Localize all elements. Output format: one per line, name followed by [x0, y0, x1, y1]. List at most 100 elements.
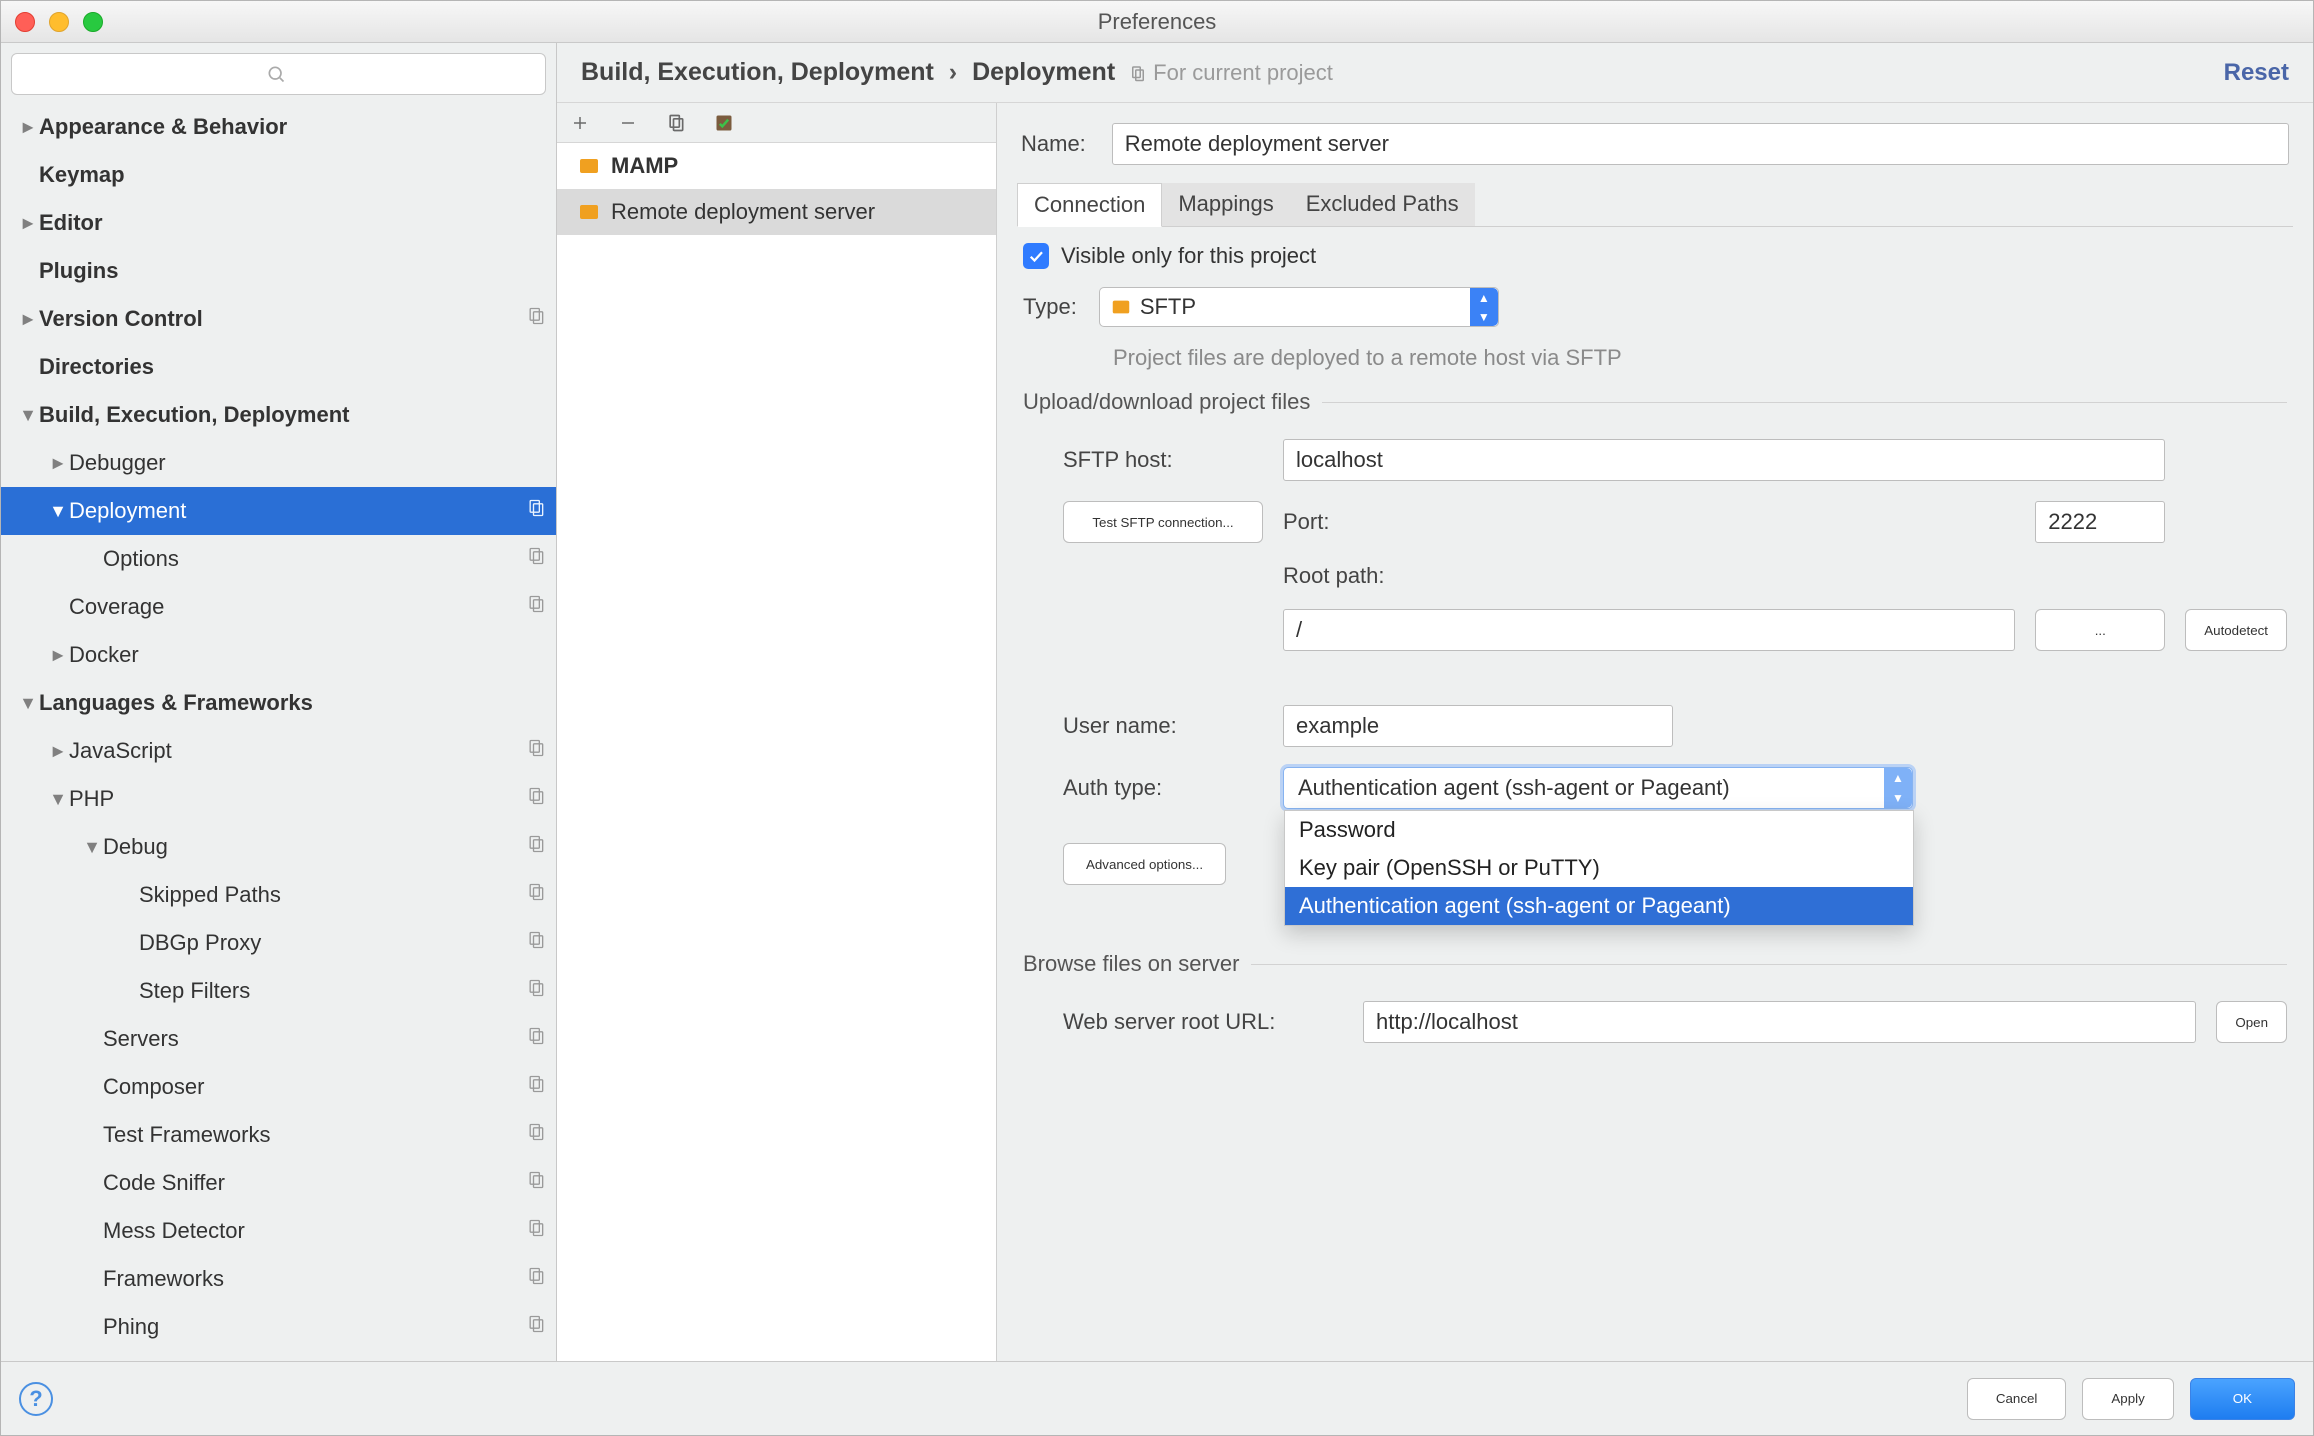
sidebar-item-composer[interactable]: Composer — [1, 1063, 556, 1111]
content-area: Build, Execution, Deployment › Deploymen… — [557, 43, 2313, 1361]
sidebar-item-debug[interactable]: ▼Debug — [1, 823, 556, 871]
settings-sidebar: ►Appearance & BehaviorKeymap►EditorPlugi… — [1, 43, 557, 1361]
sidebar-item-label: Appearance & Behavior — [39, 114, 546, 140]
auth-option-agent[interactable]: Authentication agent (ssh-agent or Pagea… — [1285, 887, 1913, 925]
sidebar-item-options[interactable]: Options — [1, 535, 556, 583]
tab-mappings[interactable]: Mappings — [1162, 183, 1289, 226]
project-scope-icon — [526, 1074, 546, 1100]
cancel-button[interactable]: Cancel — [1967, 1378, 2067, 1420]
ok-button[interactable]: OK — [2190, 1378, 2295, 1420]
upload-section: Upload/download project files — [1023, 389, 2287, 415]
sftp-host-input[interactable] — [1283, 439, 2165, 481]
sidebar-item-label: Docker — [69, 642, 546, 668]
sidebar-item-label: Debugger — [69, 450, 546, 476]
help-button[interactable]: ? — [19, 1382, 53, 1416]
visible-only-checkbox[interactable] — [1023, 243, 1049, 269]
tab-connection[interactable]: Connection — [1017, 183, 1162, 227]
sidebar-item-label: Debug — [103, 834, 526, 860]
chevron-right-icon: › — [949, 58, 957, 86]
sidebar-item-debugger[interactable]: ►Debugger — [1, 439, 556, 487]
preferences-window: Preferences ►Appearance & BehaviorKeymap… — [0, 0, 2314, 1436]
checkmark-server-icon — [714, 113, 734, 133]
sidebar-item-mess-detector[interactable]: Mess Detector — [1, 1207, 556, 1255]
sidebar-item-servers[interactable]: Servers — [1, 1015, 556, 1063]
project-scope-icon — [526, 1314, 546, 1340]
sidebar-item-keymap[interactable]: Keymap — [1, 151, 556, 199]
project-scope-icon — [526, 882, 546, 908]
auth-option-password[interactable]: Password — [1285, 811, 1913, 849]
sidebar-item-languages-frameworks[interactable]: ▼Languages & Frameworks — [1, 679, 556, 727]
sidebar-item-build-execution-deployment[interactable]: ▼Build, Execution, Deployment — [1, 391, 556, 439]
browse-root-button[interactable]: ... — [2035, 609, 2165, 651]
sidebar-item-label: Phing — [103, 1314, 526, 1340]
server-list[interactable]: MAMPRemote deployment server — [557, 143, 996, 235]
type-select[interactable]: SFTP ▲▼ — [1099, 287, 1499, 327]
copy-icon — [666, 113, 686, 133]
username-label: User name: — [1063, 713, 1263, 739]
copy-server-button[interactable] — [661, 108, 691, 138]
project-scope-icon — [526, 1266, 546, 1292]
breadcrumb-parent[interactable]: Build, Execution, Deployment — [581, 58, 934, 86]
username-input[interactable] — [1283, 705, 1673, 747]
auth-type-value: Authentication agent (ssh-agent or Pagea… — [1298, 775, 1730, 801]
tab-excluded-paths[interactable]: Excluded Paths — [1290, 183, 1475, 226]
sidebar-item-docker[interactable]: ►Docker — [1, 631, 556, 679]
server-item-remote-deployment-server[interactable]: Remote deployment server — [557, 189, 996, 235]
disclosure-arrow-icon: ► — [47, 741, 69, 762]
upload-section-label: Upload/download project files — [1023, 389, 1310, 415]
minus-icon — [619, 114, 637, 132]
sidebar-item-coverage[interactable]: Coverage — [1, 583, 556, 631]
sidebar-item-label: Version Control — [39, 306, 526, 332]
sidebar-item-editor[interactable]: ►Editor — [1, 199, 556, 247]
sidebar-item-plugins[interactable]: Plugins — [1, 247, 556, 295]
plus-icon — [571, 114, 589, 132]
project-scope-icon — [526, 1170, 546, 1196]
breadcrumb-bar: Build, Execution, Deployment › Deploymen… — [557, 43, 2313, 103]
sidebar-item-phing[interactable]: Phing — [1, 1303, 556, 1351]
disclosure-arrow-icon: ▼ — [17, 405, 39, 426]
sidebar-item-step-filters[interactable]: Step Filters — [1, 967, 556, 1015]
sidebar-item-version-control[interactable]: ►Version Control — [1, 295, 556, 343]
sidebar-item-appearance-behavior[interactable]: ►Appearance & Behavior — [1, 103, 556, 151]
sidebar-item-javascript[interactable]: ►JavaScript — [1, 727, 556, 775]
search-icon — [266, 64, 286, 84]
settings-tree[interactable]: ►Appearance & BehaviorKeymap►EditorPlugi… — [1, 103, 556, 1361]
detail-tabs: Connection Mappings Excluded Paths — [1017, 183, 2293, 227]
sidebar-item-directories[interactable]: Directories — [1, 343, 556, 391]
sidebar-item-code-sniffer[interactable]: Code Sniffer — [1, 1159, 556, 1207]
port-input[interactable] — [2035, 501, 2165, 543]
sidebar-item-frameworks[interactable]: Frameworks — [1, 1255, 556, 1303]
reset-link[interactable]: Reset — [2224, 59, 2289, 87]
open-url-button[interactable]: Open — [2216, 1001, 2287, 1043]
project-scope-icon — [526, 930, 546, 956]
disclosure-arrow-icon: ▼ — [17, 693, 39, 714]
sidebar-item-php[interactable]: ▼PHP — [1, 775, 556, 823]
settings-search[interactable] — [11, 53, 546, 95]
autodetect-button[interactable]: Autodetect — [2185, 609, 2287, 651]
set-default-button[interactable] — [709, 108, 739, 138]
auth-type-select[interactable]: Authentication agent (ssh-agent or Pagea… — [1283, 767, 1913, 809]
sidebar-item-skipped-paths[interactable]: Skipped Paths — [1, 871, 556, 919]
dialog-footer: ? Cancel Apply OK — [1, 1361, 2313, 1435]
disclosure-arrow-icon: ► — [17, 117, 39, 138]
project-scope-icon — [526, 1026, 546, 1052]
project-scope-icon — [526, 594, 546, 620]
advanced-options-button[interactable]: Advanced options... — [1063, 843, 1226, 885]
check-icon — [1027, 247, 1045, 265]
add-server-button[interactable] — [565, 108, 595, 138]
sidebar-item-label: PHP — [69, 786, 526, 812]
sidebar-item-dbgp-proxy[interactable]: DBGp Proxy — [1, 919, 556, 967]
remove-server-button[interactable] — [613, 108, 643, 138]
auth-option-keypair[interactable]: Key pair (OpenSSH or PuTTY) — [1285, 849, 1913, 887]
disclosure-arrow-icon: ► — [17, 309, 39, 330]
apply-button[interactable]: Apply — [2082, 1378, 2173, 1420]
sidebar-item-test-frameworks[interactable]: Test Frameworks — [1, 1111, 556, 1159]
root-path-input[interactable] — [1283, 609, 2015, 651]
visible-only-label: Visible only for this project — [1061, 243, 1316, 269]
web-root-input[interactable] — [1363, 1001, 2196, 1043]
test-connection-button[interactable]: Test SFTP connection... — [1063, 501, 1263, 543]
server-item-mamp[interactable]: MAMP — [557, 143, 996, 189]
sidebar-item-label: DBGp Proxy — [139, 930, 526, 956]
sidebar-item-deployment[interactable]: ▼Deployment — [1, 487, 556, 535]
server-name-input[interactable] — [1112, 123, 2289, 165]
